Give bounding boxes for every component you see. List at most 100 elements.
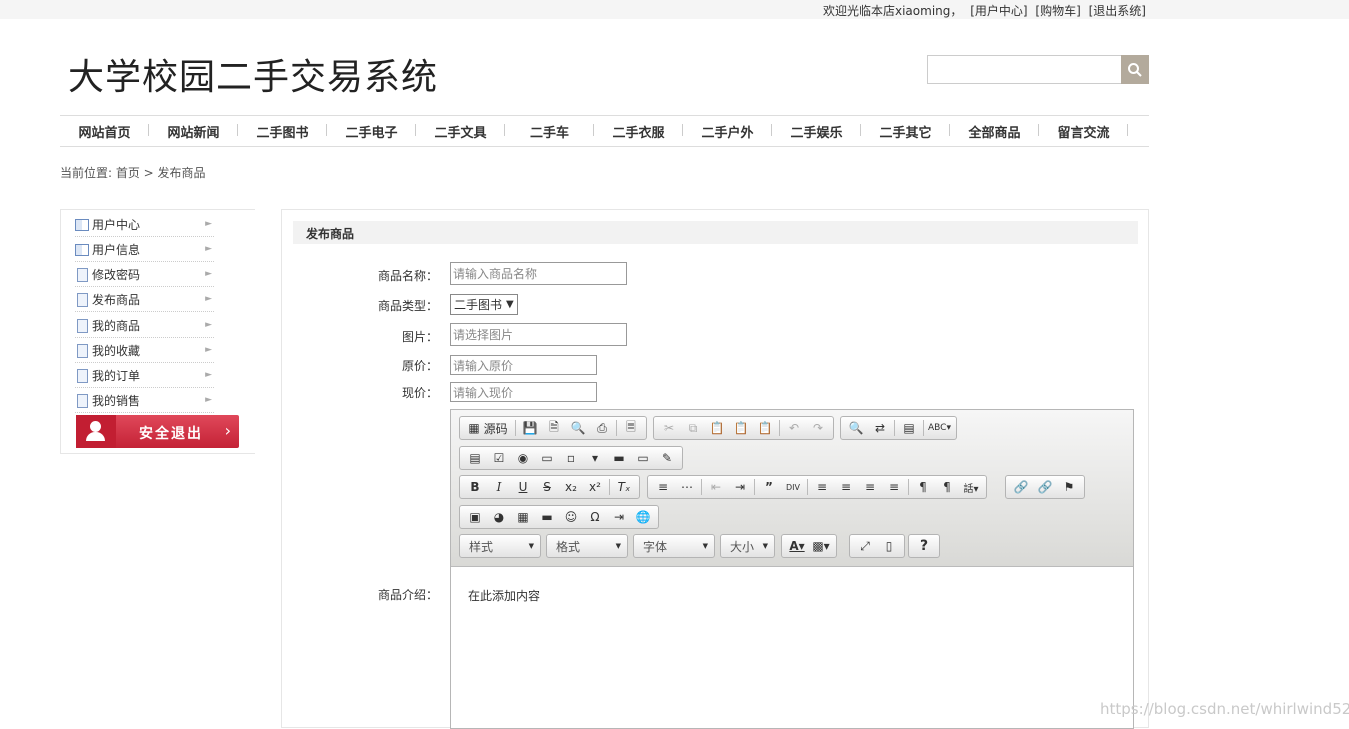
sidebar-item-my-goods[interactable]: 我的商品 ►: [75, 314, 214, 338]
redo-icon[interactable]: ↷: [808, 419, 828, 437]
link-icon[interactable]: 🔗: [1011, 478, 1031, 496]
search-input[interactable]: [927, 55, 1122, 84]
nav-home[interactable]: 网站首页: [60, 122, 149, 141]
textfield-icon[interactable]: ▭: [537, 449, 557, 467]
cart-link[interactable]: [购物车]: [1035, 4, 1080, 18]
copy-icon[interactable]: ⧉: [683, 419, 703, 437]
preview-icon[interactable]: 🔍: [568, 419, 588, 437]
bg-color-icon[interactable]: ▩▾: [811, 537, 831, 555]
ltr-icon[interactable]: ¶: [913, 478, 933, 496]
radio-icon[interactable]: ◉: [513, 449, 533, 467]
sidebar: 用户中心 ► 用户信息 ► 修改密码 ► 发布商品 ► 我的商品 ► 我的收藏 …: [60, 209, 255, 454]
sidebar-item-my-orders[interactable]: 我的订单 ►: [75, 364, 214, 388]
goods-type-select[interactable]: 二手图书 ▼: [450, 294, 518, 315]
horizontal-rule-icon[interactable]: ▬: [537, 508, 557, 526]
textarea-icon[interactable]: ▫: [561, 449, 581, 467]
print-icon[interactable]: ⎙: [592, 419, 612, 437]
iframe-icon[interactable]: 🌐: [633, 508, 653, 526]
nav-clothes[interactable]: 二手衣服: [594, 122, 683, 141]
superscript-icon[interactable]: x²: [585, 478, 605, 496]
language-icon[interactable]: 話▾: [961, 478, 981, 496]
nav-electronics[interactable]: 二手电子: [327, 122, 416, 141]
nav-messages[interactable]: 留言交流: [1039, 122, 1128, 141]
price-input[interactable]: 请输入现价: [450, 382, 597, 402]
undo-icon[interactable]: ↶: [784, 419, 804, 437]
nav-news[interactable]: 网站新闻: [149, 122, 238, 141]
flash-icon[interactable]: ◕: [489, 508, 509, 526]
blockquote-icon[interactable]: ”: [759, 478, 779, 496]
image-icon[interactable]: ▣: [465, 508, 485, 526]
button-field-icon[interactable]: ▬: [609, 449, 629, 467]
font-combo[interactable]: 字体 ▼: [633, 534, 715, 558]
smiley-icon[interactable]: ☺: [561, 508, 581, 526]
align-left-icon[interactable]: ≡: [812, 478, 832, 496]
source-button[interactable]: ▦ 源码: [465, 419, 511, 437]
sidebar-item-my-favorites[interactable]: 我的收藏 ►: [75, 339, 214, 363]
replace-icon[interactable]: ⇄: [870, 419, 890, 437]
outdent-icon[interactable]: ⇤: [706, 478, 726, 496]
subscript-icon[interactable]: x₂: [561, 478, 581, 496]
help-icon[interactable]: ?: [914, 537, 934, 555]
numbered-list-icon[interactable]: ≡: [653, 478, 673, 496]
goods-name-input[interactable]: 请输入商品名称: [450, 262, 627, 285]
remove-format-icon[interactable]: Tₓ: [614, 478, 634, 496]
form-icon[interactable]: ▤: [465, 449, 485, 467]
image-button-icon[interactable]: ▭: [633, 449, 653, 467]
user-center-link[interactable]: [用户中心]: [970, 4, 1027, 18]
div-container-icon[interactable]: DIV: [783, 478, 803, 496]
italic-icon[interactable]: I: [489, 478, 509, 496]
nav-outdoor[interactable]: 二手户外: [683, 122, 772, 141]
nav-entertainment[interactable]: 二手娱乐: [772, 122, 861, 141]
nav-stationery[interactable]: 二手文具: [416, 122, 505, 141]
bold-icon[interactable]: B: [465, 478, 485, 496]
paste-text-icon[interactable]: 📋: [731, 419, 751, 437]
page-break-icon[interactable]: ⇥: [609, 508, 629, 526]
search-button[interactable]: [1121, 55, 1149, 84]
find-icon[interactable]: 🔍: [846, 419, 866, 437]
nav-books[interactable]: 二手图书: [238, 122, 327, 141]
hidden-field-icon[interactable]: ✎: [657, 449, 677, 467]
sidebar-item-change-password[interactable]: 修改密码 ►: [75, 263, 214, 287]
editor-content-area[interactable]: 在此添加内容: [451, 567, 1133, 728]
special-char-icon[interactable]: Ω: [585, 508, 605, 526]
maximize-icon[interactable]: ⤢: [855, 537, 875, 555]
paste-icon[interactable]: 📋: [707, 419, 727, 437]
nav-cars[interactable]: 二手车: [505, 122, 594, 141]
bulleted-list-icon[interactable]: ⋯: [677, 478, 697, 496]
spellcheck-icon[interactable]: ABC▾: [928, 419, 951, 437]
text-color-icon[interactable]: A▾: [787, 537, 807, 555]
sidebar-item-publish-goods[interactable]: 发布商品 ►: [75, 288, 214, 312]
paste-word-icon[interactable]: 📋: [755, 419, 775, 437]
anchor-icon[interactable]: ⚑: [1059, 478, 1079, 496]
table-icon[interactable]: ▦: [513, 508, 533, 526]
align-center-icon[interactable]: ≡: [836, 478, 856, 496]
justify-icon[interactable]: ≡: [884, 478, 904, 496]
show-blocks-icon[interactable]: ▯: [879, 537, 899, 555]
unlink-icon[interactable]: 🔗: [1035, 478, 1055, 496]
sidebar-item-user-center[interactable]: 用户中心 ►: [75, 213, 214, 237]
align-right-icon[interactable]: ≡: [860, 478, 880, 496]
orig-price-input[interactable]: 请输入原价: [450, 355, 597, 375]
sidebar-item-my-sales[interactable]: 我的销售 ►: [75, 389, 214, 413]
nav-all-goods[interactable]: 全部商品: [950, 122, 1039, 141]
cut-icon[interactable]: ✂: [659, 419, 679, 437]
new-page-icon[interactable]: 🗎: [544, 419, 564, 437]
templates-icon[interactable]: 🗏: [621, 419, 641, 437]
logout-link[interactable]: [退出系统]: [1089, 4, 1146, 18]
price-label: 现价：: [401, 386, 438, 400]
checkbox-icon[interactable]: ☑: [489, 449, 509, 467]
safe-logout-button[interactable]: 安全退出 ›: [76, 415, 239, 448]
underline-icon[interactable]: U: [513, 478, 533, 496]
save-icon[interactable]: 💾: [520, 419, 540, 437]
image-input[interactable]: 请选择图片: [450, 323, 627, 346]
nav-other[interactable]: 二手其它: [861, 122, 950, 141]
select-all-icon[interactable]: ▤: [899, 419, 919, 437]
size-combo[interactable]: 大小 ▼: [720, 534, 775, 558]
format-combo[interactable]: 格式 ▼: [546, 534, 628, 558]
rtl-icon[interactable]: ¶: [937, 478, 957, 496]
style-combo[interactable]: 样式 ▼: [459, 534, 541, 558]
strike-icon[interactable]: S: [537, 478, 557, 496]
select-field-icon[interactable]: ▾: [585, 449, 605, 467]
indent-icon[interactable]: ⇥: [730, 478, 750, 496]
sidebar-item-user-info[interactable]: 用户信息 ►: [75, 238, 214, 262]
